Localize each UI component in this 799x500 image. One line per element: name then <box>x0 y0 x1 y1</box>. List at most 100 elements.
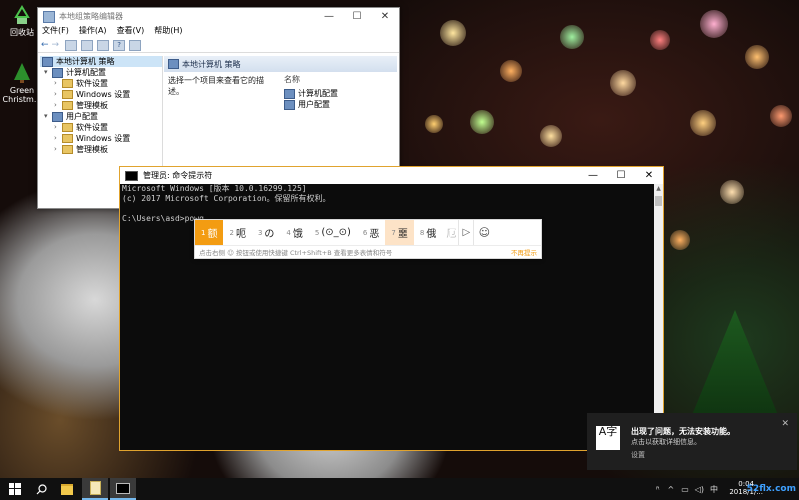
chevron-down-icon[interactable]: ▾ <box>44 67 52 78</box>
windows-logo-icon <box>9 483 21 495</box>
candidate-number: 3 <box>257 228 263 237</box>
candidate-number: 5 <box>314 228 320 237</box>
tree-item-root[interactable]: 本地计算机 策略 <box>40 56 162 67</box>
details-list: 名称 计算机配置 用户配置 <box>284 74 338 110</box>
chevron-up-icon[interactable]: ^ <box>668 485 675 494</box>
candidate-text: (⊙_⊙) <box>321 227 351 238</box>
properties-icon[interactable] <box>81 39 94 51</box>
menu-file[interactable]: 文件(F) <box>42 25 69 38</box>
tree-item-user-config[interactable]: ▾ 用户配置 <box>40 111 162 122</box>
console-line: Microsoft Windows [版本 10.0.16299.125] <box>122 184 307 193</box>
search-button[interactable] <box>28 478 54 500</box>
tree-item-computer-config[interactable]: ▾ 计算机配置 <box>40 67 162 78</box>
list-item-label: 用户配置 <box>298 100 330 109</box>
menu-action[interactable]: 操作(A) <box>79 25 107 38</box>
chevron-right-icon[interactable]: › <box>54 133 62 144</box>
bokeh-light <box>745 45 769 69</box>
tree-item-windows-settings[interactable]: › Windows 设置 <box>40 89 162 100</box>
console-line: (c) 2017 Microsoft Corporation。保留所有权利。 <box>122 194 331 203</box>
filter-icon[interactable] <box>129 39 142 51</box>
candidate-item[interactable]: 5 (⊙_⊙) <box>309 220 357 245</box>
emoji-icon[interactable]: ☺ <box>473 220 494 245</box>
bokeh-light <box>540 125 562 147</box>
chevron-right-icon[interactable]: › <box>54 78 62 89</box>
minimize-button[interactable]: — <box>315 8 343 25</box>
folder-icon <box>62 145 73 154</box>
forward-arrow-icon[interactable]: → <box>52 40 60 50</box>
volume-icon[interactable]: ◁) <box>695 485 704 494</box>
tree-item-admin-templates[interactable]: › 管理模板 <box>40 144 162 155</box>
scrollbar-thumb[interactable] <box>655 196 662 206</box>
tree-item-label: 计算机配置 <box>66 68 106 77</box>
taskbar-cmd[interactable] <box>110 478 136 500</box>
chevron-right-icon[interactable]: › <box>54 89 62 100</box>
taskbar-gpedit[interactable] <box>82 478 108 500</box>
close-button[interactable]: ✕ <box>635 167 663 184</box>
dont-show-again-link[interactable]: 不再提示 <box>511 247 537 257</box>
document-icon <box>89 481 101 495</box>
tree-item-software-settings[interactable]: › 软件设置 <box>40 78 162 89</box>
list-item[interactable]: 用户配置 <box>284 99 338 110</box>
recycle-bin-icon <box>11 4 33 26</box>
chevron-right-icon[interactable]: › <box>54 100 62 111</box>
candidate-item[interactable]: 3 の <box>252 220 280 245</box>
tree-item-label: 管理模板 <box>76 101 108 110</box>
candidate-item[interactable]: 2 呃 <box>223 220 251 245</box>
candidate-text: 噩 <box>397 229 408 240</box>
candidate-text: 呃 <box>235 229 246 240</box>
menu-view[interactable]: 查看(V) <box>117 25 145 38</box>
network-icon[interactable]: ▭ <box>681 485 689 494</box>
maximize-button[interactable]: ☐ <box>607 167 635 184</box>
tree-item-admin-templates[interactable]: › 管理模板 <box>40 100 162 111</box>
list-item[interactable]: 计算机配置 <box>284 88 338 99</box>
christmas-tree <box>690 310 780 420</box>
details-description: 选择一个项目来查看它的描述。 <box>168 76 264 96</box>
bokeh-light <box>560 25 584 49</box>
help-icon[interactable]: ? <box>113 39 126 51</box>
chevron-right-icon[interactable]: › <box>54 122 62 133</box>
candidate-item[interactable]: 4 饿 <box>280 220 308 245</box>
candidate-number: 4 <box>286 228 291 237</box>
maximize-button[interactable]: ☐ <box>343 8 371 25</box>
candidate-item[interactable]: 8 俄 <box>414 220 442 245</box>
taskbar: ᴿ ^ ▭ ◁) 中 0:04 2018/1/... 52flx.com <box>0 478 799 500</box>
close-icon[interactable]: ✕ <box>781 419 789 429</box>
tree-item-label: 软件设置 <box>76 123 108 132</box>
candidate-text: 额 <box>207 229 218 240</box>
list-item-label: 计算机配置 <box>298 89 338 98</box>
user-icon <box>284 99 295 110</box>
ime-hint: 点击右侧 ☺ 按钮或使用快捷键 Ctrl+Shift+B 查看更多表情和符号 不… <box>195 246 541 258</box>
scroll-up-icon[interactable]: ▲ <box>654 184 663 194</box>
next-page-icon[interactable]: ▷ <box>458 220 473 245</box>
notification-toast[interactable]: A字 出现了问题，无法安装功能。 点击以获取详细信息。 设置 ✕ <box>587 413 797 470</box>
ime-mode-icon[interactable]: 中 <box>710 484 718 495</box>
gpedit-titlebar[interactable]: 本地组策略编辑器 — ☐ ✕ <box>38 8 399 25</box>
candidate-item[interactable]: 1 额 <box>195 220 224 245</box>
taskbar-file-explorer[interactable] <box>54 478 80 500</box>
cmd-titlebar[interactable]: 管理员: 命令提示符 — ☐ ✕ <box>120 167 663 184</box>
people-icon[interactable]: ᴿ <box>656 485 660 494</box>
show-hide-tree-icon[interactable] <box>65 39 78 51</box>
start-button[interactable] <box>2 478 28 500</box>
system-tray: ᴿ ^ ▭ ◁) 中 <box>656 478 718 500</box>
bokeh-light <box>700 10 728 38</box>
chevron-down-icon[interactable]: ▾ <box>44 111 52 122</box>
candidate-item[interactable]: 7 噩 <box>385 220 414 245</box>
minimize-button[interactable]: — <box>579 167 607 184</box>
export-list-icon[interactable] <box>97 39 110 51</box>
chevron-right-icon[interactable]: › <box>54 144 62 155</box>
bokeh-light <box>670 230 690 250</box>
back-arrow-icon[interactable]: ← <box>41 40 49 50</box>
tree-item-software-settings[interactable]: › 软件设置 <box>40 122 162 133</box>
candidate-number: 1 <box>201 228 206 237</box>
vertical-scrollbar[interactable]: ▲ <box>654 184 663 450</box>
tree-item-windows-settings[interactable]: › Windows 设置 <box>40 133 162 144</box>
menu-help[interactable]: 帮助(H) <box>154 25 182 38</box>
candidate-text: 饿 <box>292 229 303 240</box>
folder-icon <box>61 483 73 495</box>
candidate-text: 俄 <box>426 229 437 240</box>
candidate-item[interactable]: 6 恶 <box>357 220 385 245</box>
close-button[interactable]: ✕ <box>371 8 399 25</box>
folder-icon <box>62 123 73 132</box>
column-header-name[interactable]: 名称 <box>284 74 338 85</box>
